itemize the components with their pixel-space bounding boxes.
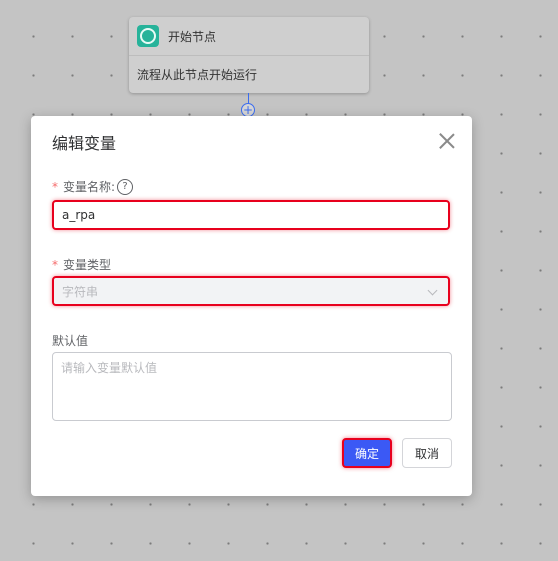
start-node-title: 开始节点	[168, 29, 217, 44]
edit-variable-dialog: 编辑变量 * 变量名称: ? a_rpa * 变量类型 字符串 默认值 请输入变…	[31, 116, 472, 496]
close-icon[interactable]	[437, 131, 457, 151]
variable-name-label: * 变量名称: ?	[52, 178, 134, 195]
required-mark: *	[52, 179, 58, 194]
variable-name-input[interactable]: a_rpa	[52, 200, 450, 230]
variable-type-value: 字符串	[62, 284, 99, 299]
default-value-placeholder: 请输入变量默认值	[61, 361, 158, 375]
chevron-down-icon	[427, 285, 438, 296]
variable-type-label: * 变量类型	[52, 256, 111, 273]
start-node-icon	[137, 25, 159, 47]
start-node-description: 流程从此节点开始运行	[137, 68, 258, 82]
default-value-textarea[interactable]: 请输入变量默认值	[52, 352, 452, 421]
variable-name-label-text: 变量名称:	[63, 180, 116, 194]
help-icon[interactable]: ?	[117, 178, 134, 195]
confirm-button[interactable]: 确定	[342, 438, 392, 468]
default-value-label-text: 默认值	[52, 334, 89, 348]
start-node-card[interactable]: 开始节点 流程从此节点开始运行	[129, 17, 369, 93]
start-node-header: 开始节点	[129, 17, 369, 56]
required-mark: *	[52, 257, 58, 272]
add-node-icon[interactable]: +	[241, 103, 255, 117]
default-value-label: 默认值	[52, 332, 88, 349]
cancel-button[interactable]: 取消	[402, 438, 452, 468]
variable-type-select[interactable]: 字符串	[52, 276, 450, 306]
variable-name-value: a_rpa	[62, 208, 96, 222]
dialog-title: 编辑变量	[52, 134, 117, 153]
variable-type-label-text: 变量类型	[63, 258, 112, 272]
